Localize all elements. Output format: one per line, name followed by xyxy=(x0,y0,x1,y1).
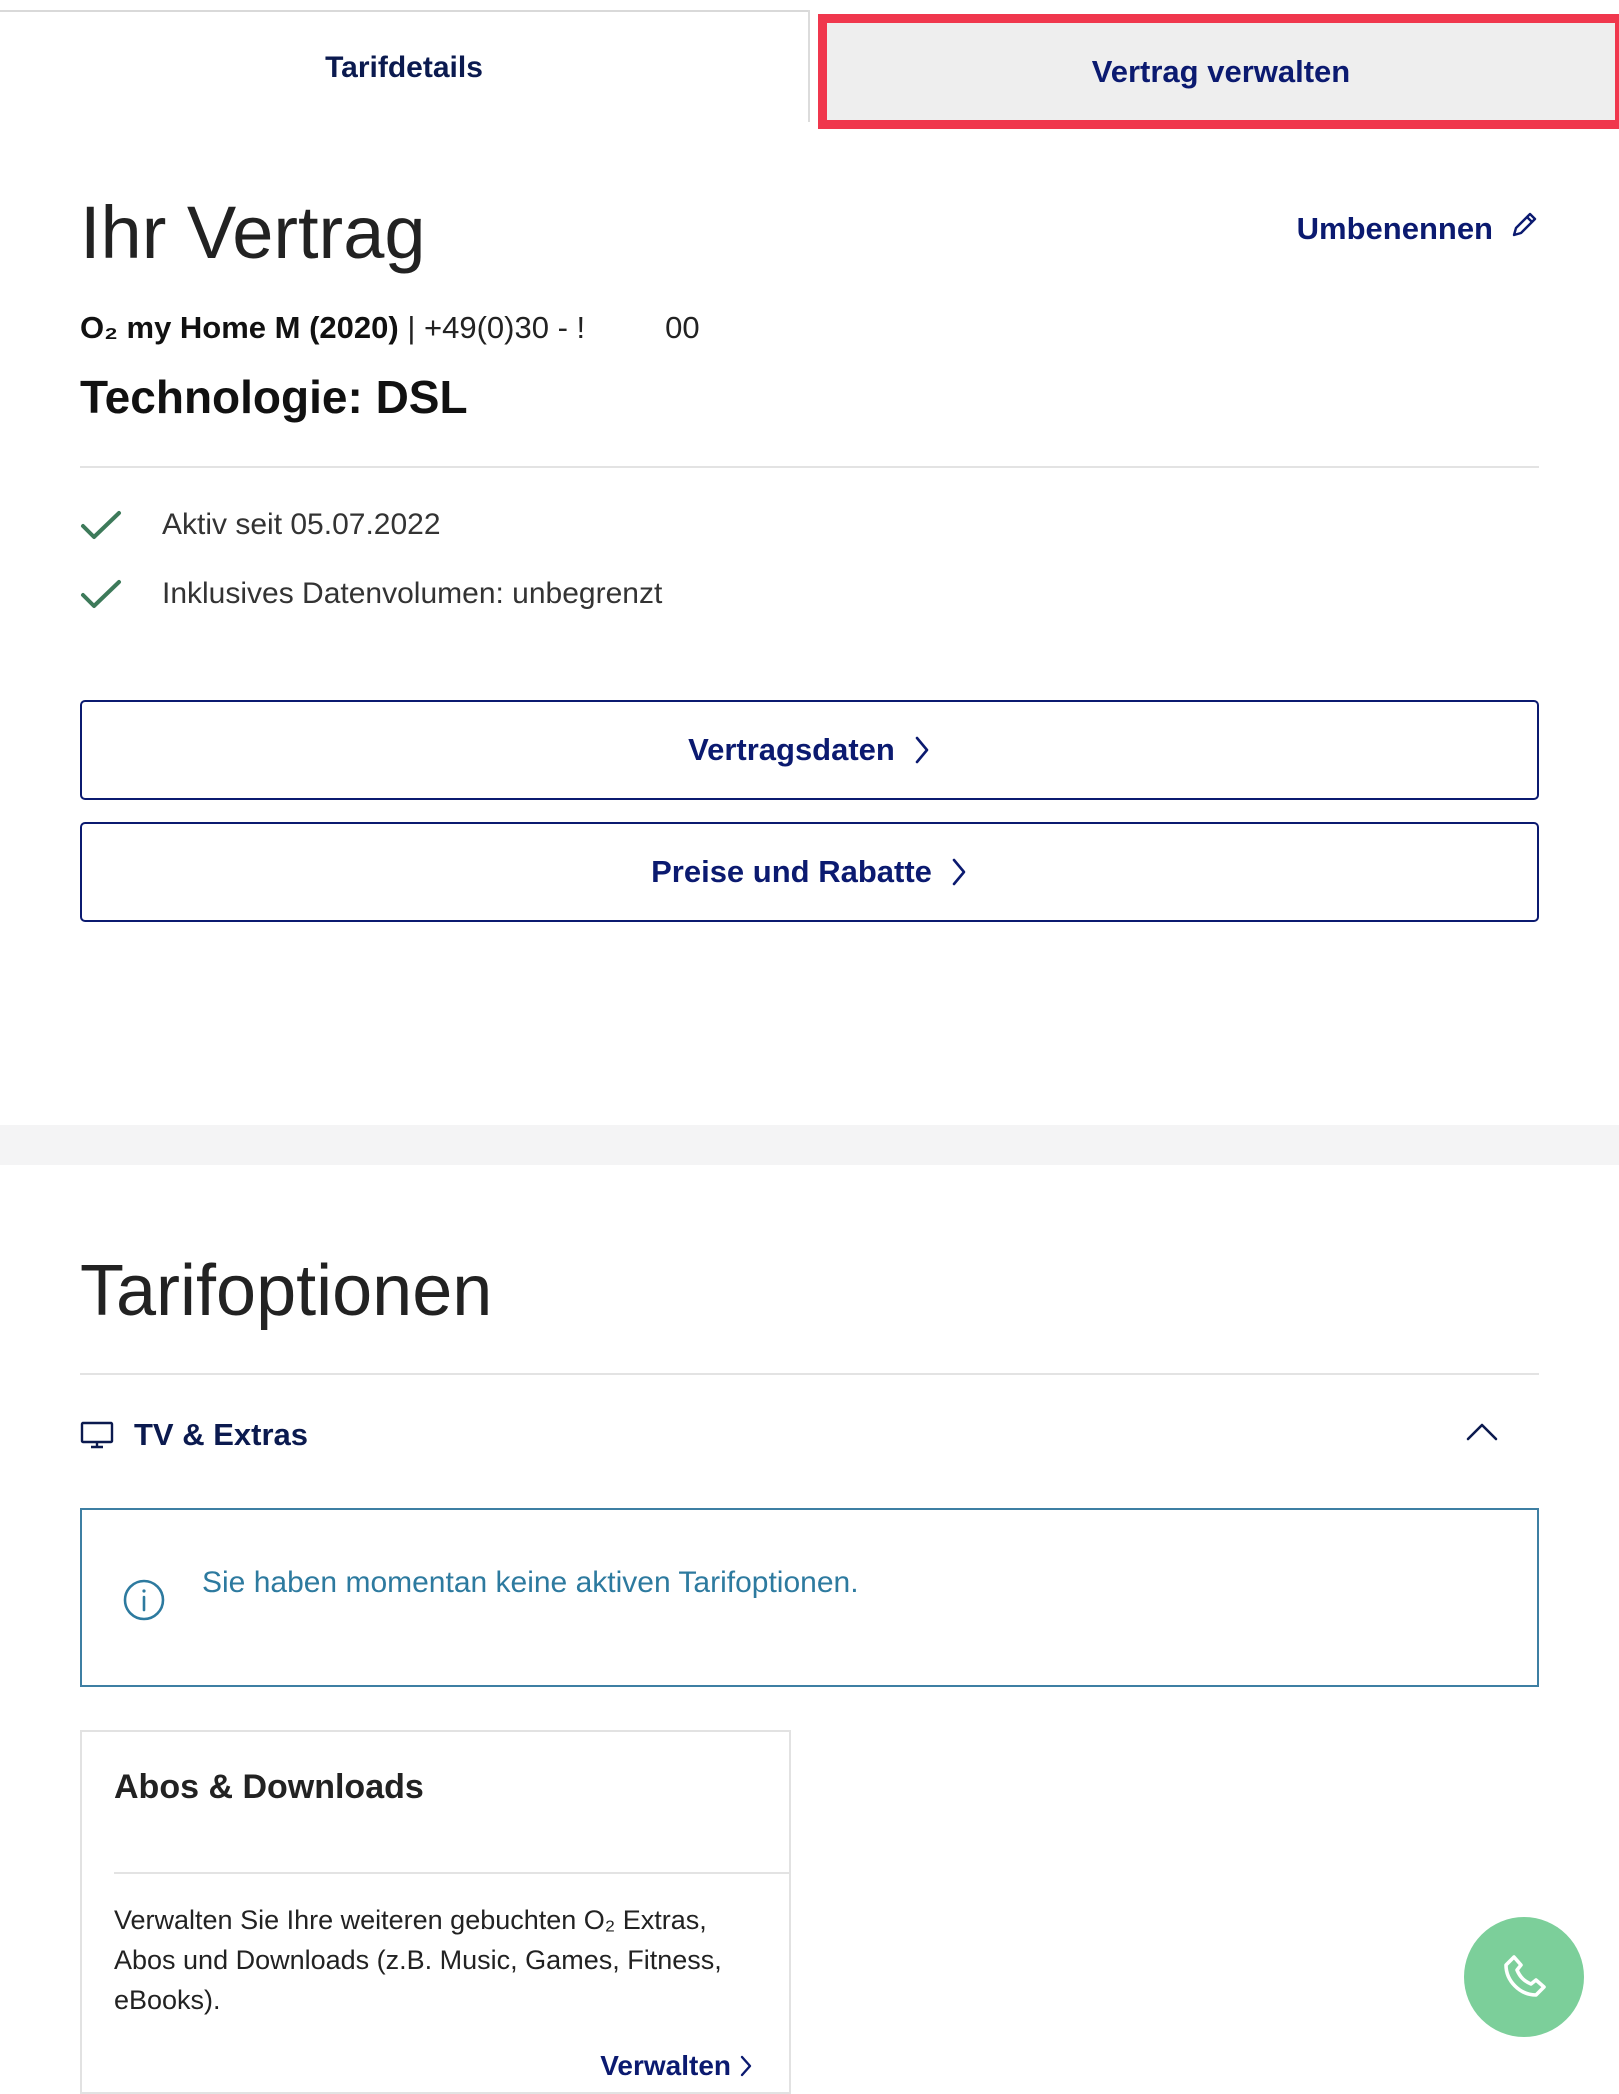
accordion-label: TV & Extras xyxy=(134,1417,309,1452)
tab-bar: Tarifdetails Vertrag verwalten xyxy=(0,10,1619,129)
phone-icon xyxy=(1504,1955,1546,1997)
chevron-right-icon xyxy=(952,858,966,886)
chevron-up-icon[interactable] xyxy=(1465,1420,1499,1442)
technology-label: Technologie: DSL xyxy=(80,371,468,423)
tariff-line: O₂ my Home M (2020) | +49(0)30 - ! 00 xyxy=(80,310,700,346)
phone-suffix: 00 xyxy=(665,310,700,345)
section-separator xyxy=(0,1125,1619,1165)
tariff-name: O₂ my Home M (2020) xyxy=(80,310,399,345)
phone-redaction xyxy=(585,315,666,344)
info-box: Sie haben momentan keine aktiven Tarifop… xyxy=(80,1508,1539,1687)
check-icon xyxy=(81,511,121,539)
verwalten-link[interactable]: Verwalten xyxy=(600,2050,753,2082)
preise-rabatte-button[interactable]: Preise und Rabatte xyxy=(80,822,1539,922)
chevron-right-icon xyxy=(740,2055,752,2077)
tab-tarifdetails[interactable]: Tarifdetails xyxy=(0,10,808,124)
tariff-separator: | xyxy=(398,310,424,345)
pencil-icon xyxy=(1509,210,1539,248)
divider xyxy=(80,1373,1539,1375)
card-description: Verwalten Sie Ihre weiteren gebuchten O₂… xyxy=(114,1905,722,2015)
info-icon xyxy=(123,1579,165,1621)
options-heading: Tarifoptionen xyxy=(80,1251,493,1331)
vertragsdaten-label: Vertragsdaten xyxy=(688,732,895,767)
card-title: Abos & Downloads xyxy=(114,1768,424,1806)
rename-label: Umbenennen xyxy=(1296,211,1493,246)
check-icon xyxy=(81,580,121,608)
contract-heading: Ihr Vertrag xyxy=(80,191,426,274)
chevron-right-icon xyxy=(915,736,929,764)
feature-item: Aktiv seit 05.07.2022 xyxy=(80,508,441,542)
tv-icon xyxy=(80,1421,114,1449)
abos-downloads-card: Abos & Downloads Verwalten Sie Ihre weit… xyxy=(80,1730,791,2094)
tab-divider xyxy=(808,10,810,122)
preise-rabatte-label: Preise und Rabatte xyxy=(651,854,932,889)
verwalten-label: Verwalten xyxy=(600,2050,731,2081)
feature-text: Aktiv seit 05.07.2022 xyxy=(162,508,441,541)
tab-vertrag-verwalten[interactable]: Vertrag verwalten xyxy=(818,14,1619,129)
feature-item: Inklusives Datenvolumen: unbegrenzt xyxy=(80,577,662,611)
rename-link[interactable]: Umbenennen xyxy=(1297,210,1539,248)
accordion-tv-extras[interactable]: TV & Extras xyxy=(80,1410,1539,1460)
feature-text: Inklusives Datenvolumen: unbegrenzt xyxy=(162,577,663,610)
info-text: Sie haben momentan keine aktiven Tarifop… xyxy=(202,1566,859,1599)
vertragsdaten-button[interactable]: Vertragsdaten xyxy=(80,700,1539,800)
phone-prefix: +49(0)30 - ! xyxy=(424,310,586,345)
call-button[interactable] xyxy=(1464,1917,1584,2037)
divider xyxy=(80,466,1539,468)
card-divider xyxy=(114,1872,789,1874)
